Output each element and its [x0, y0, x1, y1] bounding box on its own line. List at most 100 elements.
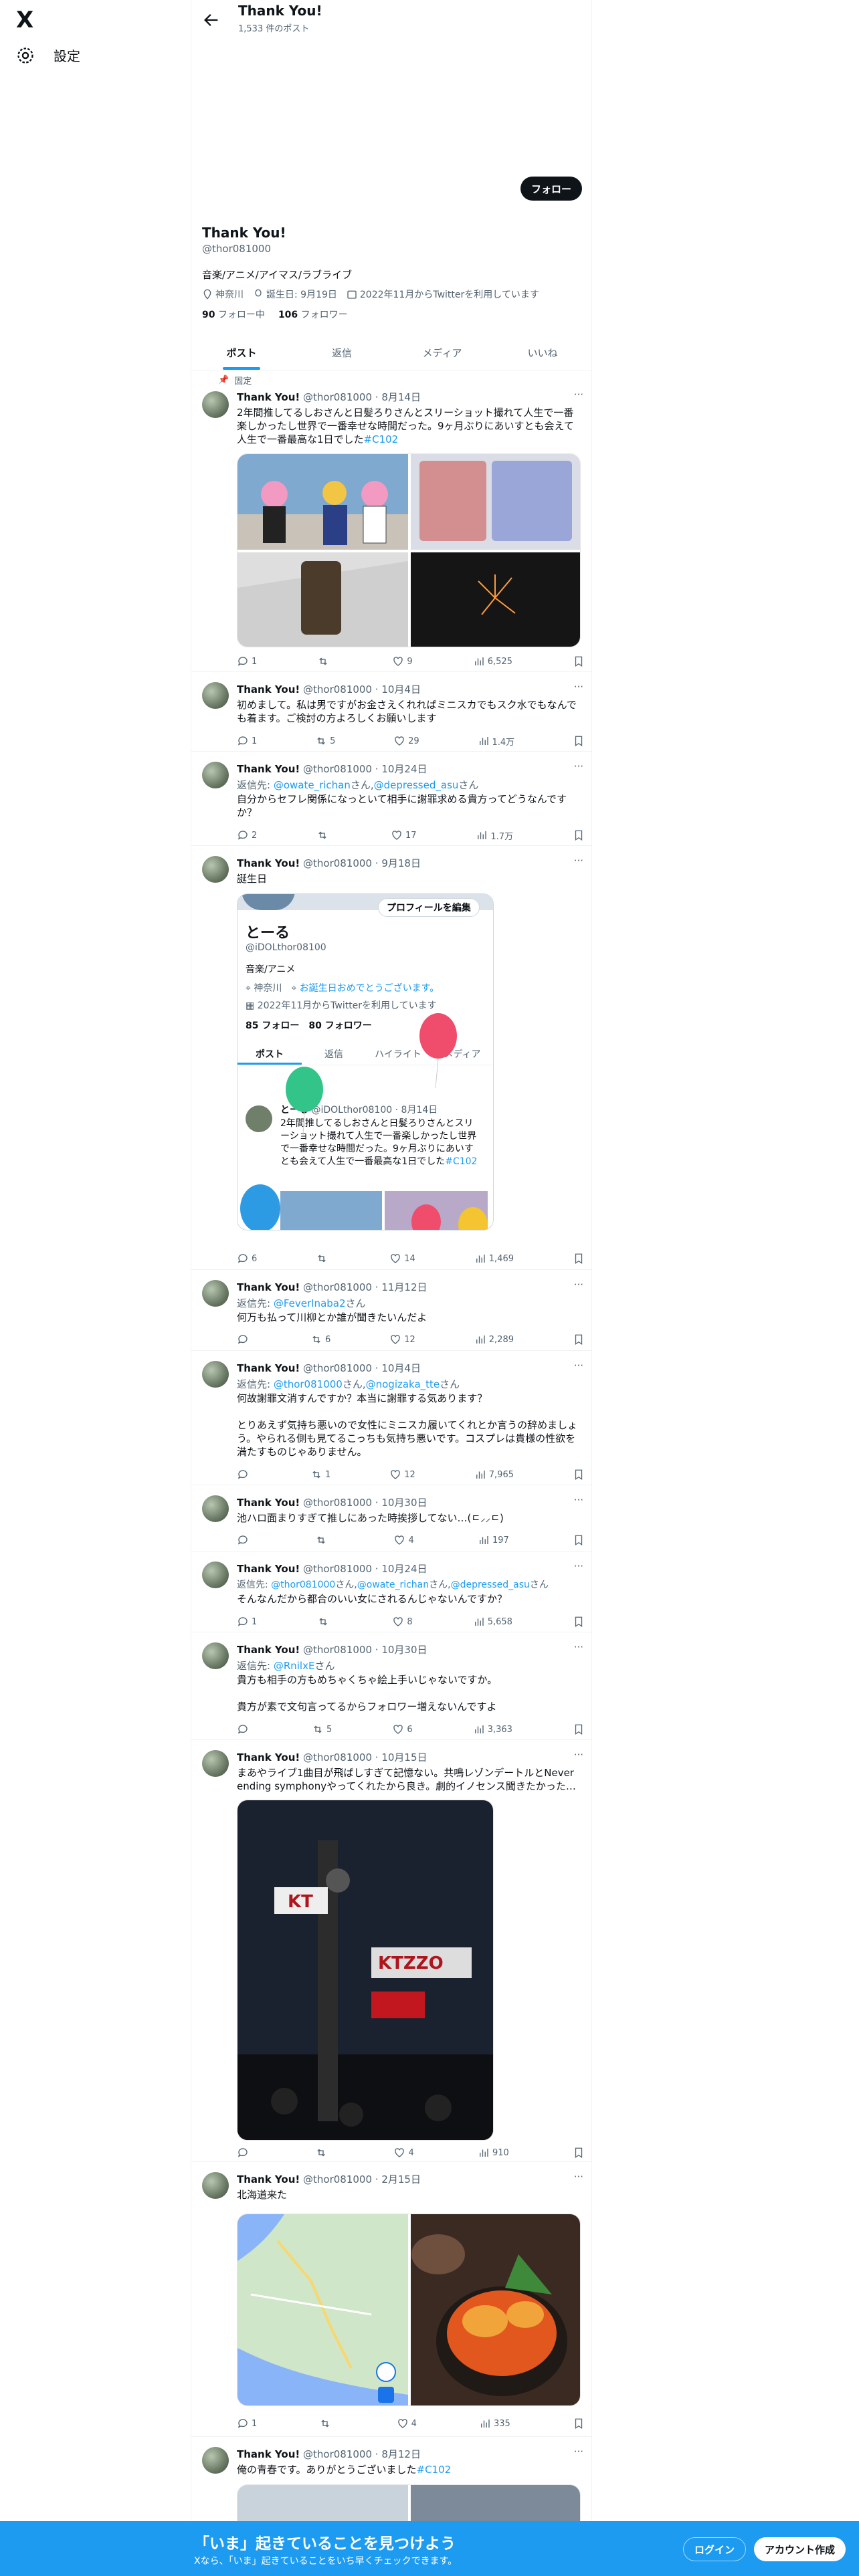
avatar[interactable] — [202, 762, 229, 788]
more-icon[interactable]: ··· — [574, 1560, 583, 1572]
more-icon[interactable]: ··· — [574, 2171, 583, 2183]
avatar[interactable] — [202, 1361, 229, 1388]
like-button[interactable]: 17 — [391, 829, 417, 842]
like-button[interactable]: 12 — [389, 1468, 415, 1481]
tweet-media-grid[interactable] — [237, 453, 581, 647]
avatar[interactable] — [202, 2172, 229, 2199]
tweet[interactable]: Thank You! @thor081000 · 10月24日 ··· 返信先:… — [191, 752, 591, 846]
retweet-button[interactable] — [319, 2417, 334, 2430]
tab-posts[interactable]: ポスト — [191, 336, 292, 370]
bookmark-button[interactable] — [573, 1252, 585, 1265]
avatar[interactable] — [202, 2447, 229, 2474]
views-button[interactable]: 1.7万 — [476, 829, 513, 842]
more-icon[interactable]: ··· — [574, 389, 583, 401]
retweet-button[interactable] — [316, 829, 331, 842]
mention-link[interactable]: @FeverInaba2 — [274, 1297, 346, 1309]
following-link[interactable]: 90 フォロー中 — [202, 308, 265, 321]
views-button[interactable]: 1.4万 — [478, 734, 514, 748]
like-button[interactable]: 29 — [393, 734, 419, 748]
retweet-button[interactable] — [317, 655, 332, 668]
retweet-button[interactable] — [316, 1252, 330, 1265]
tweet[interactable]: Thank You! @thor081000 · 10月30日 ··· 返信先:… — [191, 1633, 591, 1740]
avatar[interactable] — [202, 856, 229, 883]
mention-link[interactable]: @owate_richan — [357, 1580, 429, 1590]
reply-button[interactable] — [237, 1468, 252, 1481]
avatar[interactable] — [202, 391, 229, 418]
mention-link[interactable]: @RnilxE — [274, 1660, 315, 1672]
reply-button[interactable]: 6 — [237, 1252, 257, 1265]
mention-link[interactable]: @nogizaka_tte — [366, 1378, 440, 1390]
retweet-button[interactable]: 1 — [310, 1468, 330, 1481]
reply-button[interactable] — [237, 2146, 252, 2159]
settings-nav-item[interactable]: 設定 — [16, 45, 80, 65]
bookmark-button[interactable] — [573, 1723, 585, 1736]
like-button[interactable]: 4 — [397, 2417, 417, 2430]
bookmark-button[interactable] — [573, 1468, 585, 1481]
follow-button[interactable]: フォロー — [520, 177, 582, 201]
reply-button[interactable]: 1 — [237, 2417, 257, 2430]
views-button[interactable]: 1,469 — [474, 1252, 514, 1265]
tab-replies[interactable]: 返信 — [292, 336, 392, 370]
tweet[interactable]: Thank You! @thor081000 · 2月15日 ··· 北海道来た — [191, 2163, 591, 2437]
bookmark-button[interactable] — [573, 1333, 585, 1346]
more-icon[interactable]: ··· — [574, 1641, 583, 1653]
tweet[interactable]: Thank You! @thor081000 · 10月24日 ··· 返信先:… — [191, 1552, 591, 1632]
embedded-profile-screenshot[interactable]: プロフィールを編集 とーる @iDOLthor08100 音楽/アニメ ⌖ 神奈… — [237, 893, 494, 1230]
more-icon[interactable]: ··· — [574, 681, 583, 693]
tweet-media-grid[interactable] — [237, 2214, 581, 2406]
views-button[interactable]: 335 — [479, 2417, 510, 2430]
like-button[interactable]: 14 — [389, 1252, 415, 1265]
mention-link[interactable]: @thor081000 — [274, 1378, 343, 1390]
avatar[interactable] — [202, 1642, 229, 1669]
retweet-button[interactable]: 5 — [312, 1723, 332, 1736]
followers-link[interactable]: 106 フォロワー — [278, 308, 348, 321]
like-button[interactable]: 8 — [392, 1615, 413, 1628]
tweet[interactable]: Thank You! @thor081000 · 10月4日 ··· 返信先: … — [191, 1352, 591, 1485]
reply-button[interactable] — [237, 1533, 252, 1547]
more-icon[interactable]: ··· — [574, 1749, 583, 1761]
bookmark-button[interactable] — [573, 734, 585, 748]
like-button[interactable]: 6 — [392, 1723, 413, 1736]
avatar[interactable] — [202, 1562, 229, 1588]
more-icon[interactable]: ··· — [574, 1279, 583, 1291]
mention-link[interactable]: @thor081000 — [271, 1580, 335, 1590]
retweet-button[interactable]: 6 — [310, 1333, 330, 1346]
retweet-button[interactable] — [315, 1533, 330, 1547]
bookmark-button[interactable] — [573, 1615, 585, 1628]
tweet[interactable]: Thank You! @thor081000 · 10月30日 ··· 池ハロ面… — [191, 1486, 591, 1551]
more-icon[interactable]: ··· — [574, 2446, 583, 2458]
views-button[interactable]: 5,658 — [473, 1615, 512, 1628]
mention-link[interactable]: @depressed_asu — [451, 1580, 530, 1590]
tab-media[interactable]: メディア — [392, 336, 492, 370]
avatar[interactable] — [202, 682, 229, 709]
retweet-button[interactable]: 5 — [315, 734, 335, 748]
tweet[interactable]: Thank You! @thor081000 · 10月15日 ··· まあやラ… — [191, 1741, 591, 2162]
views-button[interactable]: 3,363 — [473, 1723, 512, 1736]
tweet-photo[interactable]: KT KTZZO — [237, 1800, 494, 2141]
views-button[interactable]: 910 — [478, 2146, 509, 2159]
x-logo-icon[interactable]: X — [16, 7, 43, 33]
avatar[interactable] — [202, 1750, 229, 1777]
reply-button[interactable] — [237, 1333, 252, 1346]
tweet[interactable]: Thank You! @thor081000 · 8月14日 ··· 2年間推し… — [191, 385, 591, 672]
bookmark-button[interactable] — [573, 829, 585, 842]
more-icon[interactable]: ··· — [574, 1494, 583, 1506]
login-button[interactable]: ログイン — [683, 2537, 747, 2561]
more-icon[interactable]: ··· — [574, 855, 583, 867]
avatar[interactable] — [202, 1280, 229, 1307]
retweet-button[interactable] — [317, 1615, 332, 1628]
reply-button[interactable] — [237, 1723, 252, 1736]
like-button[interactable]: 4 — [393, 1533, 414, 1547]
mention-link[interactable]: @depressed_asu — [374, 779, 459, 791]
tweet[interactable]: Thank You! @thor081000 · 11月12日 ··· 返信先:… — [191, 1271, 591, 1351]
like-button[interactable]: 12 — [389, 1333, 415, 1346]
bookmark-button[interactable] — [573, 2146, 585, 2159]
mention-link[interactable]: @owate_richan — [274, 779, 351, 791]
back-arrow-icon[interactable] — [202, 11, 221, 29]
views-button[interactable]: 2,289 — [474, 1333, 514, 1346]
more-icon[interactable]: ··· — [574, 1360, 583, 1372]
retweet-button[interactable] — [315, 2146, 330, 2159]
hashtag-link[interactable]: #C102 — [364, 433, 399, 445]
tab-likes[interactable]: いいね — [492, 336, 591, 370]
signup-button[interactable]: アカウント作成 — [754, 2537, 846, 2561]
